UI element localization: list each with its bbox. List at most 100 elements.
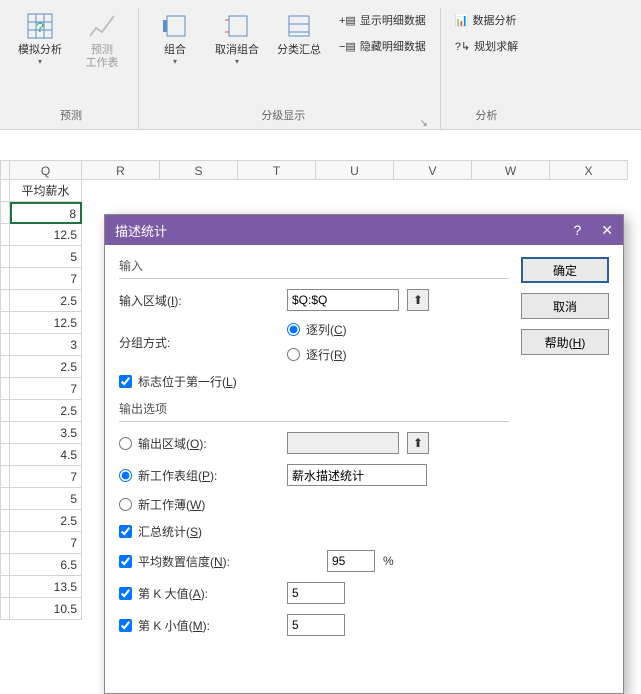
confidence-checkbox[interactable]: 平均数置信度(N): — [119, 553, 319, 570]
cell[interactable]: 12.5 — [10, 224, 82, 246]
close-icon[interactable]: ✕ — [601, 222, 613, 239]
output-range-radio[interactable]: 输出区域(O): — [119, 435, 279, 452]
dialog-titlebar[interactable]: 描述统计 ? ✕ — [105, 215, 623, 245]
input-range-field[interactable] — [287, 289, 399, 311]
column-header[interactable]: U — [316, 160, 394, 180]
cell[interactable]: 7 — [10, 466, 82, 488]
solver-label: 规划求解 — [474, 38, 518, 54]
help-button[interactable]: 帮助(H) — [521, 329, 609, 355]
show-detail-icon: +▤ — [339, 14, 356, 27]
forecast-sheet-icon — [86, 10, 118, 42]
show-detail-label: 显示明细数据 — [360, 12, 426, 28]
show-detail-button: +▤ 显示明细数据 — [333, 8, 432, 32]
kth-largest-checkbox[interactable]: 第 K 大值(A): — [119, 585, 279, 602]
cell[interactable]: 3.5 — [10, 422, 82, 444]
what-if-icon: ? — [24, 10, 56, 42]
cell[interactable]: 3 — [10, 334, 82, 356]
column-header[interactable]: X — [550, 160, 628, 180]
subtotal-button[interactable]: 分类汇总 — [271, 8, 327, 59]
chevron-down-icon: ▾ — [173, 57, 177, 66]
cell[interactable]: 2.5 — [10, 356, 82, 378]
ungroup-label: 取消组合 — [215, 44, 259, 57]
subtotal-icon — [283, 10, 315, 42]
dialog-title-text: 描述统计 — [115, 221, 167, 240]
output-section-title: 输出选项 — [119, 400, 509, 422]
by-row-radio[interactable]: 逐行(R) — [287, 346, 347, 363]
summary-stats-checkbox[interactable]: 汇总统计(S) — [119, 523, 202, 540]
solver-icon: ?↳ — [455, 40, 470, 53]
descriptive-statistics-dialog: 描述统计 ? ✕ 输入 输入区域(I): ⬆ 分组方式: 逐列(C) 逐行(R) — [104, 214, 624, 694]
kth-smallest-field[interactable] — [287, 614, 345, 636]
output-range-field — [287, 432, 399, 454]
cell[interactable]: 10.5 — [10, 598, 82, 620]
kth-smallest-checkbox[interactable]: 第 K 小值(M): — [119, 617, 279, 634]
grouped-by-label: 分组方式: — [119, 334, 279, 351]
chevron-down-icon: ▾ — [235, 57, 239, 66]
forecast-sheet-label: 预测工作表 — [86, 44, 119, 70]
corner-cell[interactable] — [0, 160, 10, 180]
ribbon-group-forecast: ? 模拟分析 ▾ 预测工作表 预测 — [4, 8, 139, 129]
cell[interactable]: 7 — [10, 268, 82, 290]
new-worksheet-name-field[interactable] — [287, 464, 427, 486]
solver-button[interactable]: ?↳ 规划求解 — [449, 34, 524, 58]
svg-text:?: ? — [36, 19, 44, 35]
subtotal-label: 分类汇总 — [277, 44, 321, 57]
ungroup-icon — [221, 10, 253, 42]
dialog-launcher-icon[interactable]: ↘ — [419, 118, 427, 129]
help-icon[interactable]: ? — [573, 222, 581, 238]
cell[interactable]: 8 — [10, 202, 82, 224]
data-analysis-button[interactable]: 📊 数据分析 — [449, 8, 524, 32]
ungroup-button[interactable]: 取消组合 ▾ — [209, 8, 265, 68]
ribbon-group-analysis: 📊 数据分析 ?↳ 规划求解 分析 — [441, 8, 532, 129]
confidence-field[interactable] — [327, 550, 375, 572]
percent-label: % — [383, 554, 394, 568]
ribbon: ? 模拟分析 ▾ 预测工作表 预测 组合 ▾ — [0, 0, 641, 130]
what-if-button[interactable]: ? 模拟分析 ▾ — [12, 8, 68, 68]
new-worksheet-radio[interactable]: 新工作表组(P): — [119, 467, 279, 484]
by-column-radio[interactable]: 逐列(C) — [287, 321, 347, 338]
group-title-analysis: 分析 — [476, 103, 498, 129]
range-picker-icon[interactable]: ⬆ — [407, 289, 429, 311]
chevron-down-icon: ▾ — [38, 57, 42, 66]
group-title-outline: 分级显示 — [147, 103, 419, 129]
data-analysis-icon: 📊 — [455, 14, 469, 27]
cell[interactable]: 4.5 — [10, 444, 82, 466]
cell[interactable]: 12.5 — [10, 312, 82, 334]
hide-detail-button: −▤ 隐藏明细数据 — [333, 34, 432, 58]
group-button[interactable]: 组合 ▾ — [147, 8, 203, 68]
ribbon-group-outline: 组合 ▾ 取消组合 ▾ 分类汇总 +▤ 显示明细数据 — [139, 8, 441, 129]
input-range-label: 输入区域(I): — [119, 292, 279, 309]
cell[interactable]: 2.5 — [10, 290, 82, 312]
cell[interactable]: 7 — [10, 378, 82, 400]
cell[interactable]: 7 — [10, 532, 82, 554]
column-header[interactable]: W — [472, 160, 550, 180]
hide-detail-icon: −▤ — [339, 40, 356, 53]
group-title-forecast: 预测 — [60, 103, 82, 129]
cell[interactable]: 13.5 — [10, 576, 82, 598]
cell[interactable]: 2.5 — [10, 400, 82, 422]
ok-button[interactable]: 确定 — [521, 257, 609, 283]
column-header[interactable]: T — [238, 160, 316, 180]
column-header[interactable]: R — [82, 160, 160, 180]
kth-largest-field[interactable] — [287, 582, 345, 604]
cancel-button[interactable]: 取消 — [521, 293, 609, 319]
column-header[interactable]: Q — [10, 160, 82, 180]
group-icon — [159, 10, 191, 42]
output-section: 输出选项 输出区域(O): ⬆ 新工作表组(P): 新工作薄(W) 汇总统计(S… — [119, 400, 509, 636]
what-if-label: 模拟分析 — [18, 44, 62, 57]
cell[interactable]: 2.5 — [10, 510, 82, 532]
new-workbook-radio[interactable]: 新工作薄(W) — [119, 496, 205, 513]
input-section: 输入 输入区域(I): ⬆ 分组方式: 逐列(C) 逐行(R) 标志位于第一行(… — [119, 257, 509, 390]
cell[interactable]: 5 — [10, 246, 82, 268]
labels-first-row-checkbox[interactable]: 标志位于第一行(L) — [119, 373, 237, 390]
cell[interactable]: 6.5 — [10, 554, 82, 576]
column-headers: QRSTUVWX — [0, 160, 641, 180]
column-header[interactable]: S — [160, 160, 238, 180]
hide-detail-label: 隐藏明细数据 — [360, 38, 426, 54]
range-picker-icon[interactable]: ⬆ — [407, 432, 429, 454]
column-header[interactable]: V — [394, 160, 472, 180]
group-label: 组合 — [164, 44, 186, 57]
cell[interactable]: 5 — [10, 488, 82, 510]
forecast-sheet-button: 预测工作表 — [74, 8, 130, 72]
cell[interactable]: 平均薪水 — [10, 180, 82, 202]
